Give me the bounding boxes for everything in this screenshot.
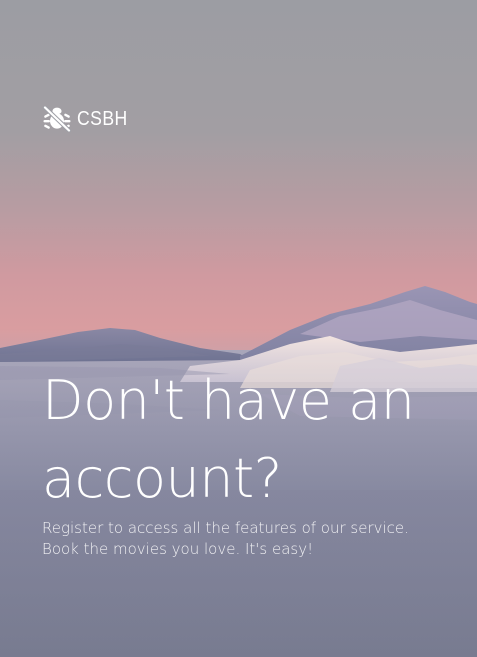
no-bug-icon xyxy=(42,106,72,132)
headline-line-2: account? xyxy=(42,447,282,510)
hero-panel: CSBH Don't have an account? Register to … xyxy=(0,0,477,657)
page-subtitle: Register to access all the features of o… xyxy=(42,518,442,560)
brand-logo[interactable]: CSBH xyxy=(42,106,135,132)
subtitle-line-1: Register to access all the features of o… xyxy=(42,519,409,537)
brand-name: CSBH xyxy=(77,107,128,130)
headline-line-1: Don't have an xyxy=(42,369,415,432)
page-headline: Don't have an account? xyxy=(42,362,462,518)
subtitle-line-2: Book the movies you love. It's easy! xyxy=(42,540,314,558)
